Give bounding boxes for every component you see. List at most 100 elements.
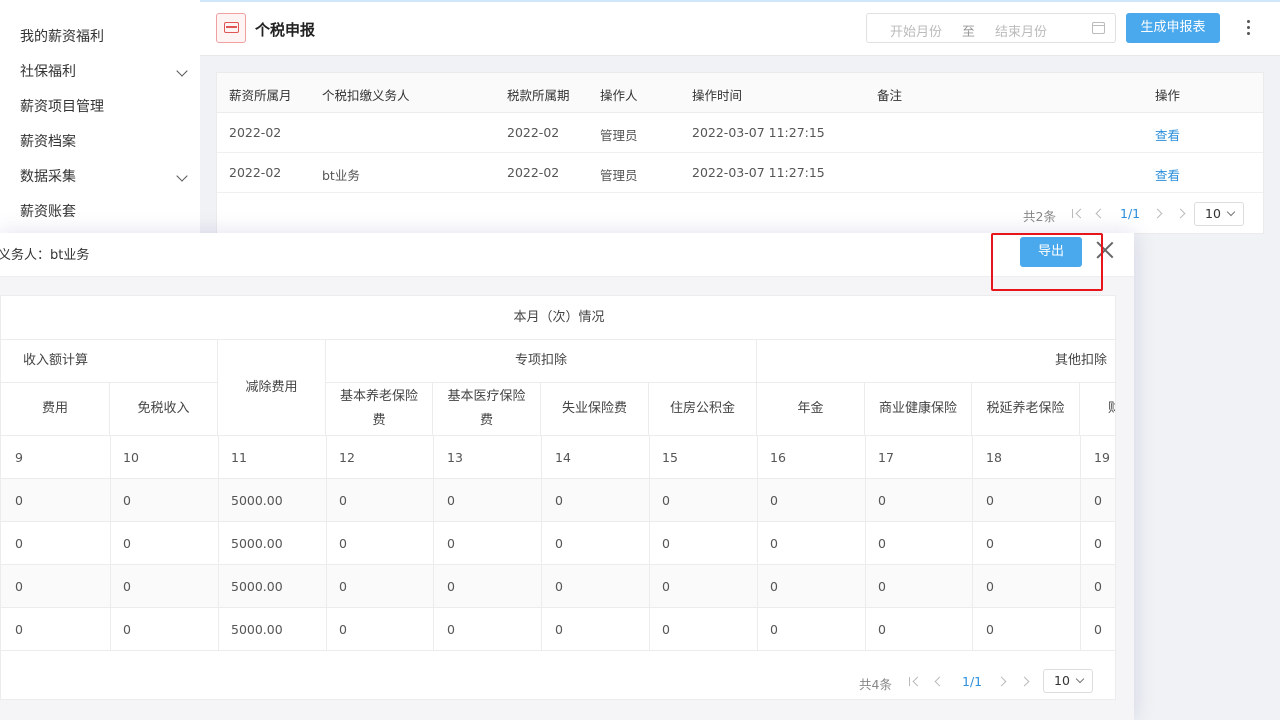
data-cell: 0 (662, 536, 670, 551)
col-label: 财 (1108, 397, 1115, 421)
page-size-value: 10 (1205, 206, 1221, 221)
sidebar-item-my-salary[interactable]: 我的薪资福利 (0, 20, 200, 55)
col-withholding-agent: 个税扣缴义务人 (322, 88, 410, 103)
col-expense: 费用 (1, 383, 110, 436)
tax-card-icon (216, 13, 246, 43)
data-cell: 0 (878, 536, 886, 551)
data-cell: 0 (15, 536, 23, 551)
cell-period: 2022-02 (507, 125, 560, 140)
group-label: 收入额计算 (23, 353, 89, 368)
next-page-icon[interactable] (996, 676, 1007, 687)
data-cell: 0 (1094, 493, 1102, 508)
chevron-down-icon (176, 65, 188, 77)
start-month-input[interactable]: 开始月份 (890, 21, 942, 40)
first-page-icon[interactable] (1072, 209, 1073, 218)
chevron-down-icon (1226, 207, 1236, 217)
prev-page-icon[interactable] (934, 676, 945, 687)
sidebar-item-salary-items[interactable]: 薪资项目管理 (0, 90, 200, 125)
last-page-icon[interactable] (1175, 208, 1186, 219)
data-cell: 0 (555, 622, 563, 637)
col-medical: 基本医疗保险费 (433, 383, 541, 436)
data-cell: 0 (1094, 579, 1102, 594)
page-size-select[interactable]: 10 (1194, 202, 1244, 226)
col-deduct-expense: 减除费用 (218, 340, 326, 436)
view-link[interactable]: 查看 (1155, 125, 1180, 144)
table-row: 0 0 5000.00 0 0 0 0 0 0 0 0 (1, 479, 1115, 522)
drawer-title: 义务人：bt业务 (0, 248, 90, 263)
col-note: 备注 (877, 88, 903, 103)
view-link[interactable]: 查看 (1155, 165, 1180, 184)
tax-detail-table: 本月（次）情况 收入额计算 减除费用 专项扣除 其他扣除 费用 免税收入 基本养… (0, 295, 1116, 700)
data-cell: 0 (770, 536, 778, 551)
col-property: 财 (1080, 383, 1115, 436)
col-label: 费用 (41, 401, 68, 416)
data-cell: 0 (339, 622, 347, 637)
col-label: 失业保险费 (561, 401, 627, 416)
generate-report-button[interactable]: 生成申报表 (1126, 13, 1220, 43)
more-options-icon[interactable] (1242, 18, 1254, 38)
data-cell: 0 (770, 493, 778, 508)
data-cell: 0 (339, 493, 347, 508)
data-cell: 0 (878, 579, 886, 594)
col-label: 年金 (797, 401, 824, 416)
sidebar-item-social-welfare[interactable]: 社保福利 (0, 55, 200, 90)
cell-agent: bt业务 (322, 168, 360, 183)
data-cell: 0 (662, 622, 670, 637)
data-cell: 0 (1094, 536, 1102, 551)
page-size-select[interactable]: 10 (1043, 669, 1093, 693)
sidebar-item-salary-archive[interactable]: 薪资档案 (0, 125, 200, 160)
data-cell: 0 (15, 622, 23, 637)
group-header-other: 其他扣除 (757, 340, 1115, 383)
table-row: 2022-02 2022-02 管理员 2022-03-07 11:27:15 … (217, 113, 1263, 153)
sidebar-item-data-collection[interactable]: 数据采集 (0, 160, 200, 195)
month-range-picker[interactable]: 开始月份 至 结束月份 (866, 13, 1116, 43)
close-icon[interactable] (1096, 241, 1114, 259)
index-cell: 10 (123, 450, 139, 465)
first-page-chevron-icon[interactable] (1075, 208, 1086, 219)
group-label: 本月（次）情况 (513, 309, 605, 325)
group-header-current-month: 本月（次）情况 (1, 296, 1115, 340)
next-page-icon[interactable] (1152, 208, 1163, 219)
col-housing-fund: 住房公积金 (649, 383, 757, 436)
detail-drawer: 义务人：bt业务 导出 本月（次）情况 收入额计算 减除费用 专项扣除 其他扣除… (0, 233, 1134, 720)
first-page-icon[interactable] (909, 677, 910, 686)
pager-current: 1/1 (962, 674, 983, 689)
col-label: 税延养老保险 (986, 401, 1065, 416)
page-size-value: 10 (1054, 673, 1070, 688)
index-cell: 9 (15, 450, 23, 465)
column-divider (541, 436, 542, 651)
data-cell: 0 (447, 493, 455, 508)
data-cell: 0 (15, 579, 23, 594)
table-row: 0 0 5000.00 0 0 0 0 0 0 0 0 (1, 522, 1115, 565)
col-annuity: 年金 (757, 383, 865, 436)
col-label: 免税收入 (137, 401, 190, 416)
data-cell: 0 (339, 536, 347, 551)
data-cell: 0 (662, 579, 670, 594)
sidebar-item-label: 薪资档案 (20, 134, 76, 150)
column-divider (110, 436, 111, 651)
index-cell: 15 (662, 450, 678, 465)
export-button[interactable]: 导出 (1020, 237, 1082, 267)
col-pension: 基本养老保险费 (326, 383, 433, 436)
first-page-chevron-icon[interactable] (912, 676, 923, 687)
cell-period: 2022-02 (507, 165, 560, 180)
sidebar-item-salary-sets[interactable]: 薪资账套 (0, 195, 200, 230)
prev-page-icon[interactable] (1095, 208, 1106, 219)
calendar-icon[interactable] (1092, 22, 1105, 34)
data-cell: 5000.00 (231, 536, 283, 551)
group-header-special: 专项扣除 (326, 340, 757, 383)
data-cell: 0 (555, 536, 563, 551)
index-cell: 11 (231, 450, 247, 465)
end-month-input[interactable]: 结束月份 (995, 21, 1047, 40)
col-label: 住房公积金 (669, 401, 735, 416)
group-label: 专项扣除 (514, 353, 567, 368)
last-page-icon[interactable] (1019, 676, 1030, 687)
cell-month: 2022-02 (229, 165, 282, 180)
pager-total: 共4条 (859, 677, 892, 692)
data-cell: 0 (986, 493, 994, 508)
data-cell: 0 (986, 622, 994, 637)
data-cell: 0 (878, 622, 886, 637)
drawer-header: 义务人：bt业务 导出 (0, 233, 1134, 277)
data-cell: 0 (555, 579, 563, 594)
index-cell: 13 (447, 450, 463, 465)
